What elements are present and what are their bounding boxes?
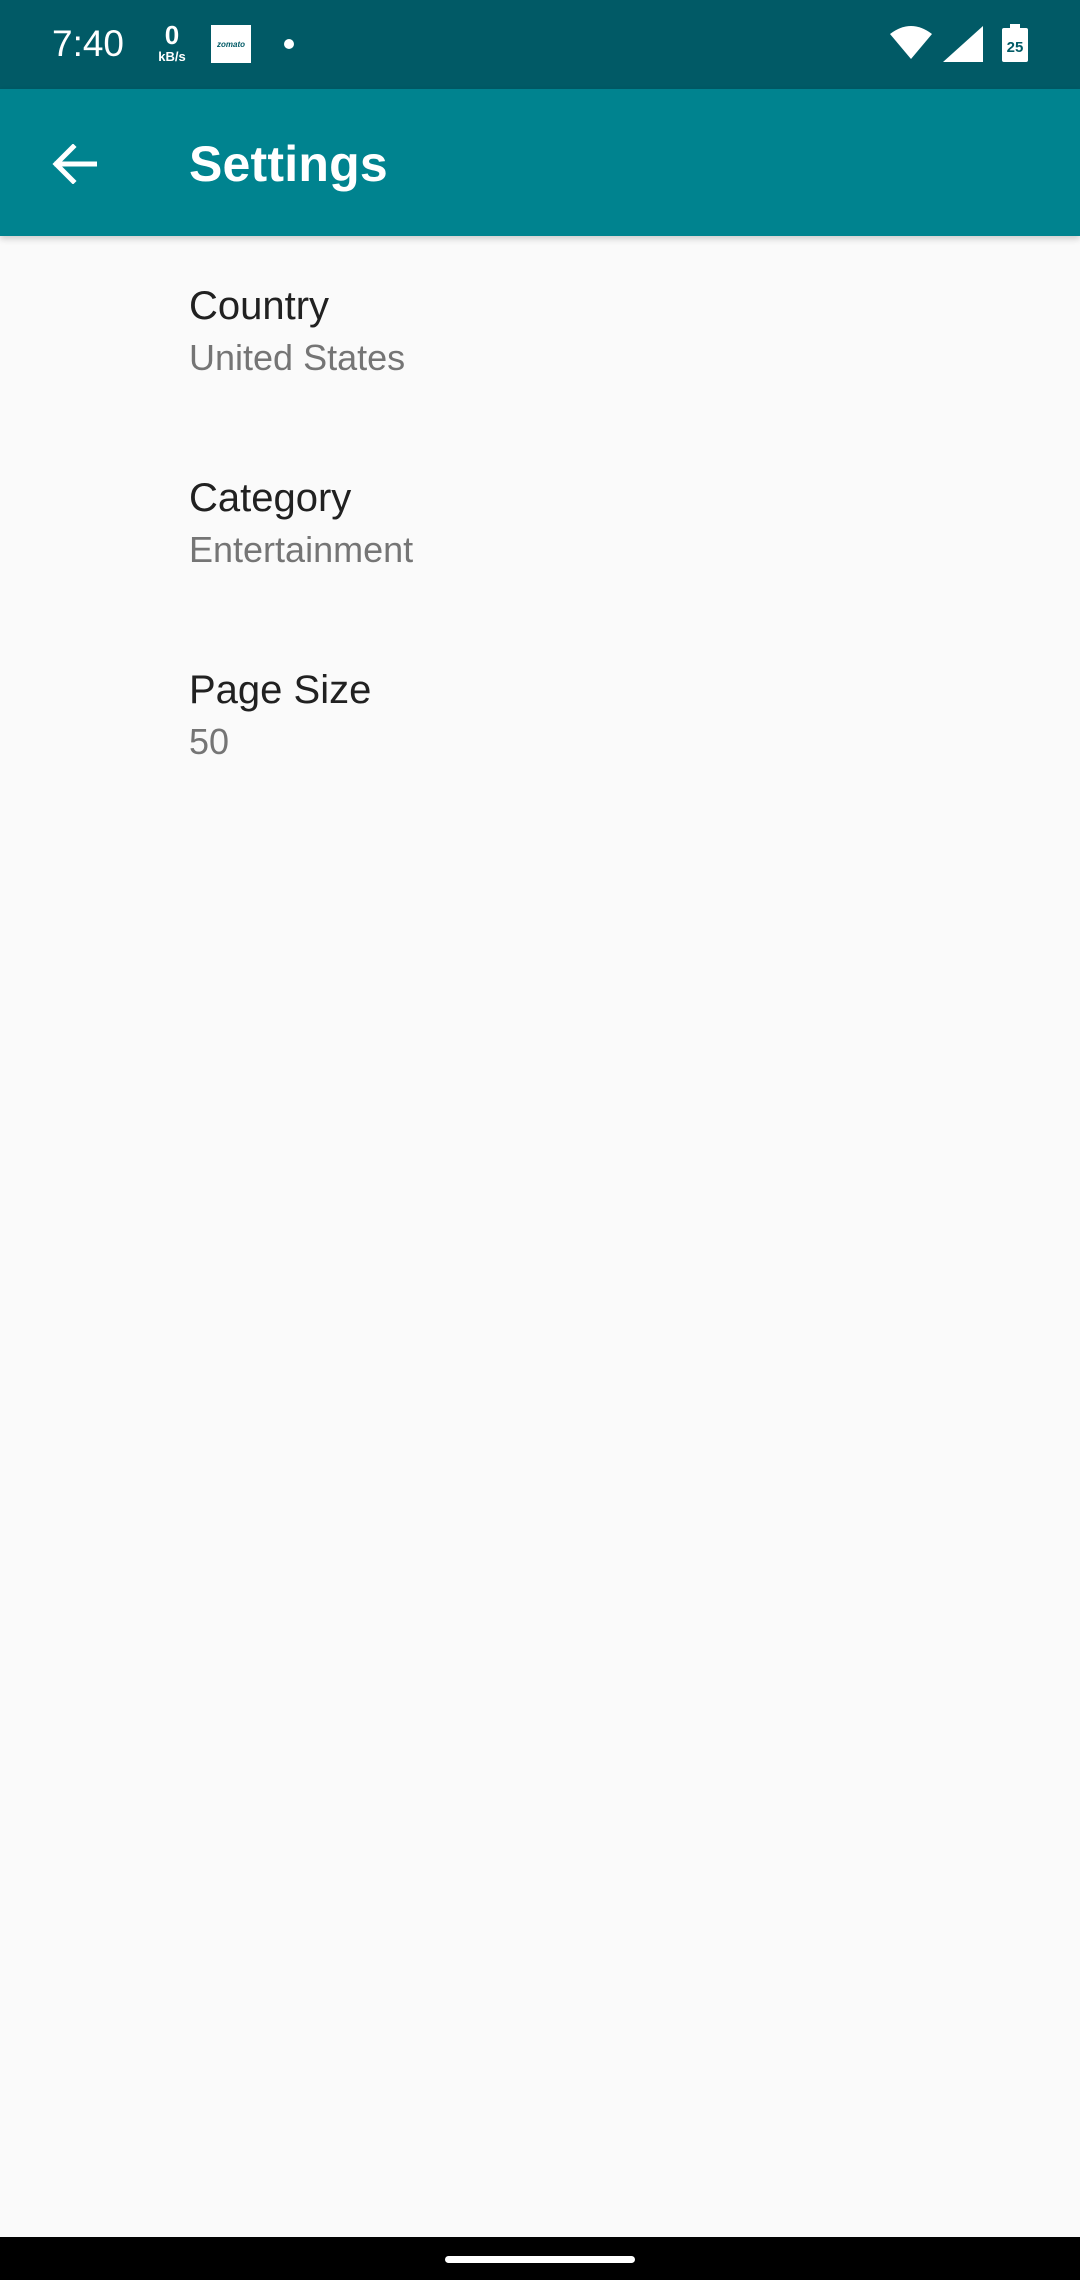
preference-title: Category <box>189 476 352 520</box>
zomato-app-icon: zomato <box>211 25 251 63</box>
settings-screen: 7:40 0 kB/s zomato 25 Settings Country U… <box>0 0 1080 2280</box>
home-gesture-handle[interactable] <box>445 2256 635 2263</box>
preference-summary: United States <box>189 337 406 378</box>
preference-country[interactable]: Country United States <box>0 236 1080 428</box>
back-button[interactable] <box>36 126 112 202</box>
cell-signal-icon <box>943 26 983 62</box>
zomato-icon-label: zomato <box>217 39 245 49</box>
wifi-icon <box>890 26 932 59</box>
preferences-list: Country United States Category Entertain… <box>0 236 1080 812</box>
status-bar: 7:40 0 kB/s zomato 25 <box>0 0 1080 89</box>
network-speed-indicator: 0 kB/s <box>152 22 192 63</box>
preference-category[interactable]: Category Entertainment <box>0 428 1080 620</box>
navigation-bar <box>0 2237 1080 2280</box>
preference-title: Country <box>189 284 330 328</box>
preference-summary: Entertainment <box>189 529 414 570</box>
network-speed-unit: kB/s <box>158 49 186 64</box>
battery-level-text: 25 <box>1007 39 1024 56</box>
preference-page-size[interactable]: Page Size 50 <box>0 620 1080 812</box>
arrow-left-icon <box>52 144 97 184</box>
status-time: 7:40 <box>52 23 125 64</box>
notification-dot-icon <box>284 39 294 49</box>
app-bar: Settings <box>0 89 1080 236</box>
preference-title: Page Size <box>189 668 372 712</box>
network-speed-value: 0 <box>164 20 180 50</box>
battery-icon: 25 <box>1002 24 1028 62</box>
preference-summary: 50 <box>189 721 230 762</box>
page-title: Settings <box>189 136 388 192</box>
